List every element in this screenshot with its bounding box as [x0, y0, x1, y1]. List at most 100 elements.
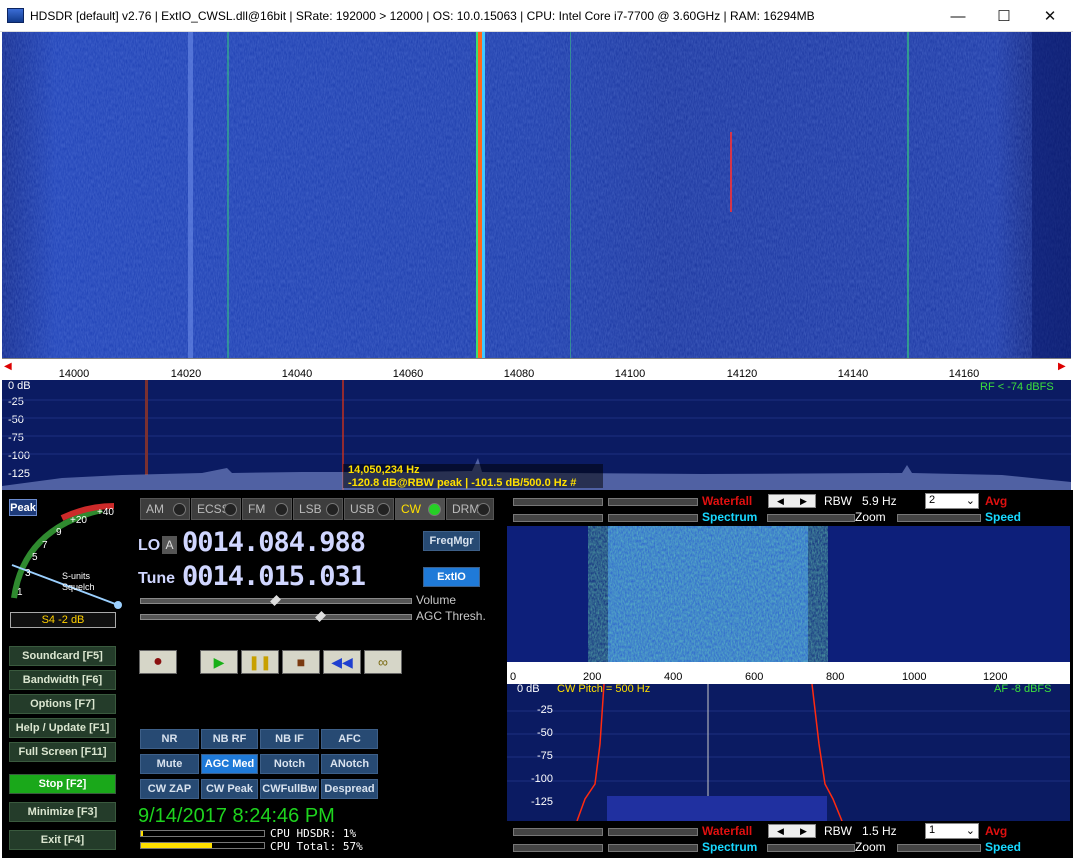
close-button[interactable]: ✕ — [1027, 0, 1073, 32]
waterfall-texture — [2, 32, 1071, 358]
lo-a-button[interactable]: A — [162, 536, 177, 554]
afc-button[interactable]: AFC — [321, 729, 378, 749]
left-arrow-icon[interactable]: ◀ — [777, 826, 784, 837]
mode-cw[interactable]: CW — [395, 498, 445, 520]
cw-pitch-readout: CW Pitch = 500 Hz — [557, 684, 651, 695]
left-arrow-icon[interactable]: ◀ — [777, 496, 784, 507]
peak-readout: -120.8 dB@RBW peak | -101.5 dB/500.0 Hz … — [348, 477, 577, 489]
avg-select[interactable]: 2 ⌄ — [925, 493, 979, 509]
af-tick-200: 200 — [583, 671, 602, 683]
bottom-avg-select[interactable]: 1 ⌄ — [925, 823, 979, 839]
slider-knob[interactable] — [270, 595, 281, 606]
extio-button[interactable]: ExtIO — [423, 567, 480, 587]
led-icon — [275, 503, 288, 516]
af-spectrum[interactable]: 0 dB -25 -50 -75 -100 -125 CW Pitch = 50… — [507, 684, 1070, 821]
freq-readout: 14,050,234 Hz — [348, 464, 420, 476]
chevron-down-icon: ⌄ — [965, 825, 975, 837]
bottom-zoom-label: Zoom — [855, 840, 886, 854]
agc-med-button[interactable]: AGC Med — [201, 754, 258, 774]
play-icon: ▶ — [213, 653, 225, 670]
waterfall-stepper[interactable]: ◀ ▶ — [768, 494, 816, 508]
right-arrow-icon[interactable]: ▶ — [800, 826, 807, 837]
lo-frequency[interactable]: 0014.084.988 — [182, 527, 366, 558]
pause-button[interactable]: ❚❚ — [241, 650, 279, 674]
bottom-speed-label: Speed — [985, 840, 1022, 854]
stop-playback-button[interactable]: ■ — [282, 650, 320, 674]
zoom-slider-1[interactable] — [767, 514, 855, 522]
scroll-left-icon[interactable]: ◀ — [4, 361, 12, 372]
nr-button[interactable]: NR — [140, 729, 199, 749]
right-arrow-icon[interactable]: ▶ — [800, 496, 807, 507]
play-button[interactable]: ▶ — [200, 650, 238, 674]
minimize-button[interactable]: — — [935, 0, 981, 32]
scale-label-14100: 14100 — [614, 368, 646, 380]
scale-label-14000: 14000 — [58, 368, 90, 380]
frequency-scale[interactable]: 14000 14020 14040 14060 14080 14100 1412… — [2, 358, 1071, 380]
main-spectrum[interactable]: 0 dB -25 -50 -75 -100 -125 RF < -74 dBFS… — [2, 380, 1071, 490]
datetime: 9/14/2017 8:24:46 PM — [138, 805, 335, 827]
volume-slider[interactable] — [140, 595, 412, 606]
smeter-scale-9: 9 — [56, 527, 62, 538]
scroll-right-icon[interactable]: ▶ — [1058, 361, 1066, 372]
bottom-zoom-slider[interactable] — [767, 844, 855, 852]
af-db-75: -75 — [537, 750, 553, 762]
agc-thresh-slider[interactable] — [140, 611, 412, 622]
mode-lsb[interactable]: LSB — [293, 498, 343, 520]
notch-button[interactable]: Notch — [260, 754, 319, 774]
slider-knob[interactable] — [315, 611, 326, 622]
speed-slider[interactable] — [897, 514, 981, 522]
bottom-speed-slider[interactable] — [897, 844, 981, 852]
bottom-rbw-label: RBW — [824, 824, 852, 838]
spectrum-trace — [2, 380, 1071, 490]
bottom-waterfall-slider-2[interactable] — [608, 828, 698, 836]
waterfall-slider-1[interactable] — [513, 498, 603, 506]
bottom-waterfall-stepper[interactable]: ◀ ▶ — [768, 824, 816, 838]
minimize-app-button[interactable]: Minimize [F3] — [9, 802, 116, 822]
despread-button[interactable]: Despread — [321, 779, 378, 799]
anotch-button[interactable]: ANotch — [321, 754, 378, 774]
speed-label: Speed — [985, 510, 1022, 524]
rewind-button[interactable]: ◀◀ — [323, 650, 361, 674]
exit-button[interactable]: Exit [F4] — [9, 830, 116, 850]
freqmgr-button[interactable]: FreqMgr — [423, 531, 480, 551]
options-button[interactable]: Options [F7] — [9, 694, 116, 714]
maximize-button[interactable]: ☐ — [981, 0, 1027, 32]
pause-icon: ❚❚ — [248, 653, 272, 670]
mode-ecss[interactable]: ECSS — [191, 498, 241, 520]
stop-icon: ■ — [296, 654, 306, 670]
scale-label-14120: 14120 — [726, 368, 758, 380]
af-scale[interactable]: 0 200 400 600 800 1000 1200 — [507, 662, 1070, 684]
zoom-label: Zoom — [855, 510, 886, 524]
bottom-waterfall-slider-1[interactable] — [513, 828, 603, 836]
mode-am[interactable]: AM — [140, 498, 190, 520]
spectrum-slider-1[interactable] — [513, 514, 603, 522]
af-waterfall[interactable] — [507, 526, 1070, 662]
cw-peak-button[interactable]: CW Peak — [201, 779, 258, 799]
cpu-total: CPU Total: 57% — [270, 840, 363, 853]
spectrum-slider-2[interactable] — [608, 514, 698, 522]
mode-fm[interactable]: FM — [242, 498, 292, 520]
mute-button[interactable]: Mute — [140, 754, 199, 774]
waterfall-slider-2[interactable] — [608, 498, 698, 506]
cwfullbw-button[interactable]: CWFullBw — [260, 779, 319, 799]
mode-usb[interactable]: USB — [344, 498, 394, 520]
bottom-spectrum-slider-2[interactable] — [608, 844, 698, 852]
soundcard-button[interactable]: Soundcard [F5] — [9, 646, 116, 666]
bandwidth-button[interactable]: Bandwidth [F6] — [9, 670, 116, 690]
rewind-icon: ◀◀ — [331, 653, 353, 670]
nb-rf-button[interactable]: NB RF — [201, 729, 258, 749]
full-screen-button[interactable]: Full Screen [F11] — [9, 742, 116, 762]
main-waterfall[interactable] — [2, 32, 1071, 358]
mode-drm[interactable]: DRM — [446, 498, 494, 520]
loop-button[interactable]: ∞ — [364, 650, 402, 674]
help-update-button[interactable]: Help / Update [F1] — [9, 718, 116, 738]
bottom-spectrum-slider-1[interactable] — [513, 844, 603, 852]
app-icon — [7, 8, 24, 23]
cw-zap-button[interactable]: CW ZAP — [140, 779, 199, 799]
stop-button[interactable]: Stop [F2] — [9, 774, 116, 794]
nb-if-button[interactable]: NB IF — [260, 729, 319, 749]
record-button[interactable]: ● — [139, 650, 177, 674]
smeter-scale-7: 7 — [42, 540, 48, 551]
volume-label: Volume — [416, 593, 457, 607]
tune-frequency[interactable]: 0014.015.031 — [182, 561, 366, 592]
